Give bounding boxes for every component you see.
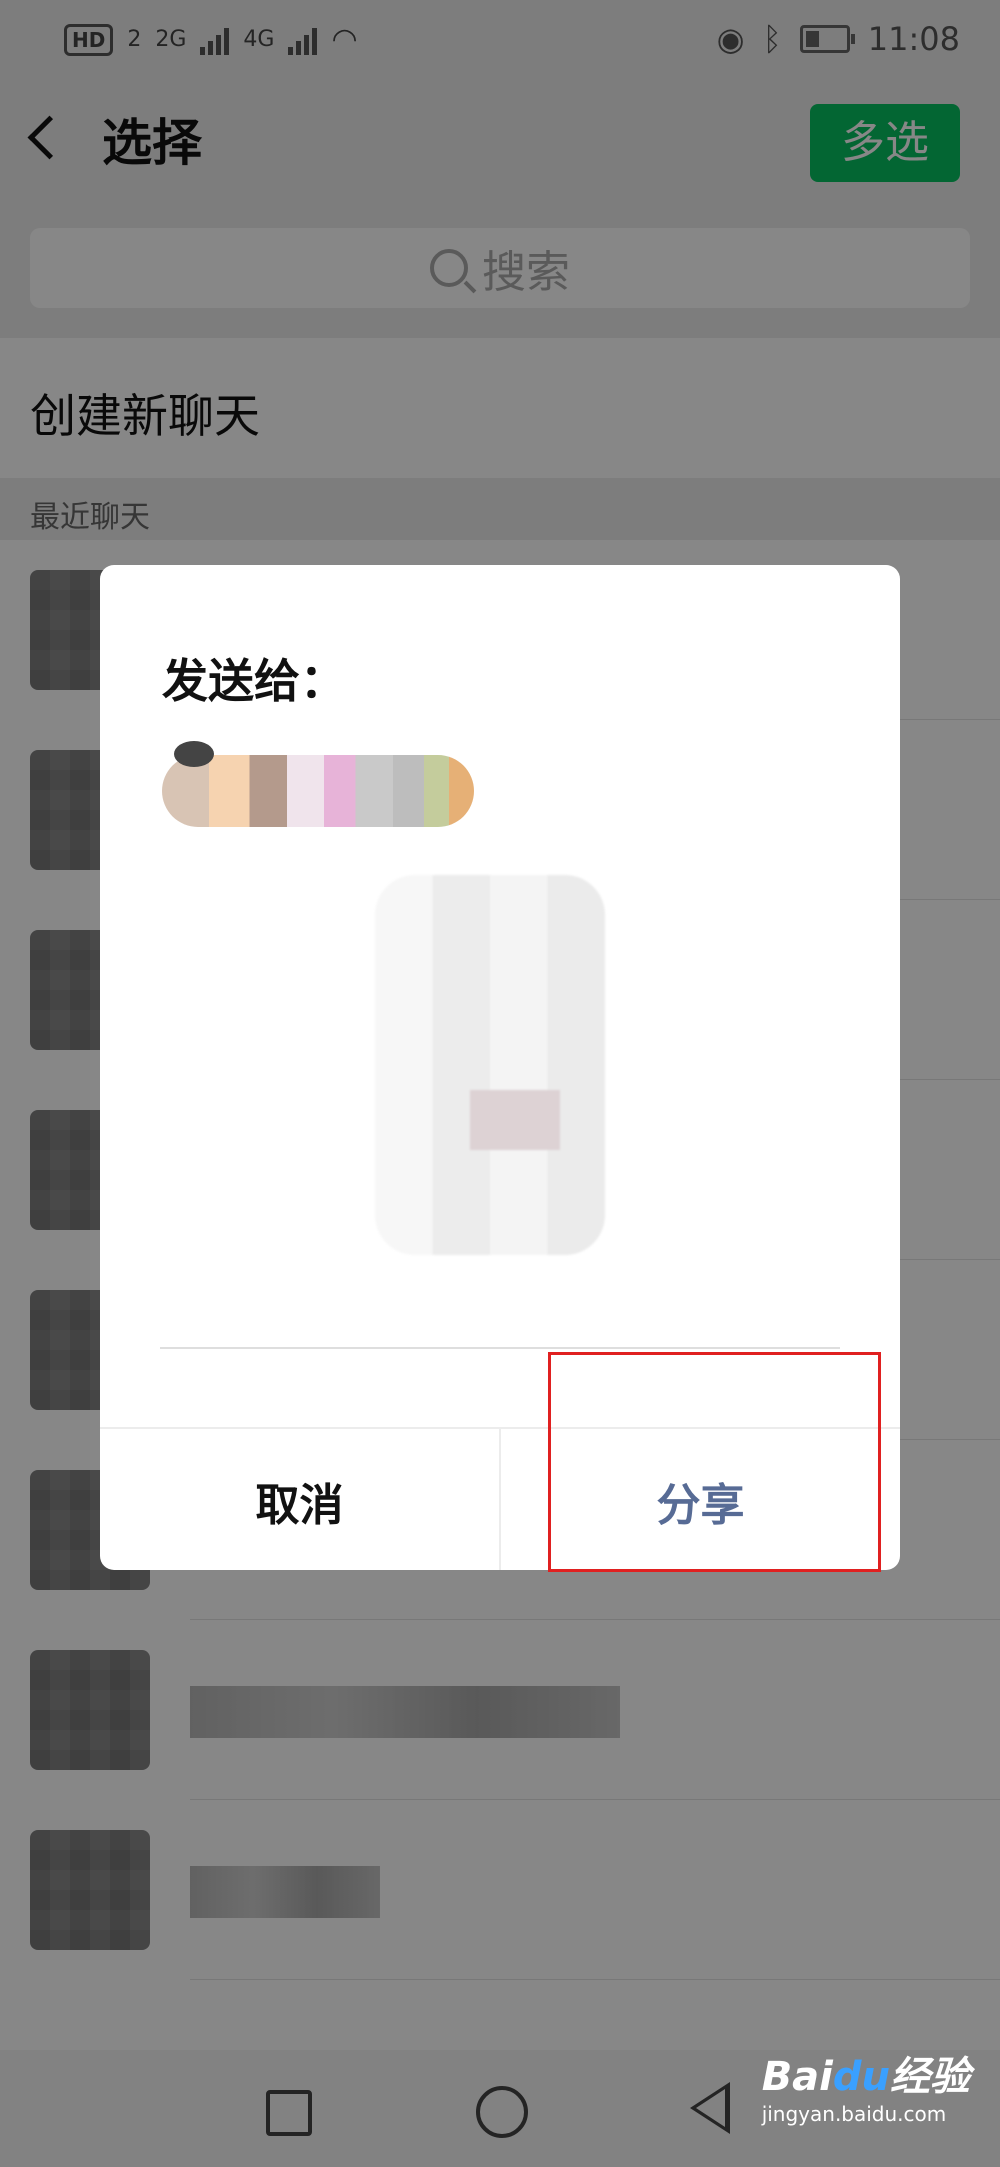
recipient-blurred: [162, 741, 474, 827]
watermark-logo: Baidu经验: [761, 2054, 970, 2100]
shared-content-preview: [375, 875, 605, 1255]
baidu-watermark: Baidu经验 jingyan.baidu.com: [762, 2044, 970, 2126]
message-input-line[interactable]: [160, 1347, 840, 1349]
share-highlight-box: [548, 1352, 881, 1572]
cancel-button[interactable]: 取消: [100, 1429, 501, 1570]
dialog-title: 发送给：: [162, 654, 346, 708]
watermark-url: jingyan.baidu.com: [761, 2102, 947, 2126]
